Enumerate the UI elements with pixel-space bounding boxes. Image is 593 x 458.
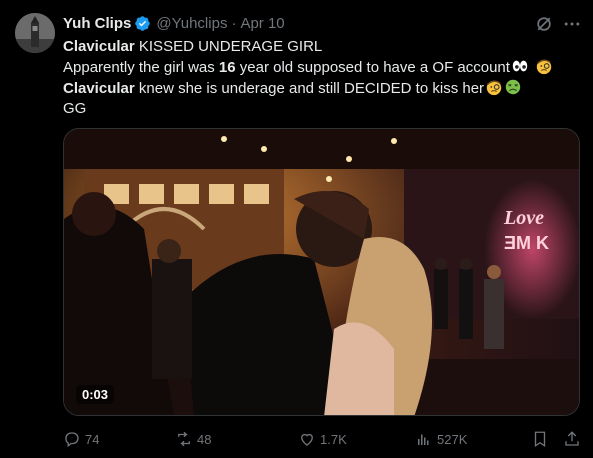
text-line-1: Clavicular KISSED UNDERAGE GIRL <box>63 37 583 57</box>
reply-count: 74 <box>85 431 100 447</box>
views-chart-icon <box>418 434 429 445</box>
views-button[interactable]: 527K <box>415 430 467 448</box>
post-date[interactable]: Apr 10 <box>240 15 284 32</box>
post-header: Yuh Clips @Yuhclips · Apr 10 <box>63 13 285 33</box>
text-line-4: GG <box>63 100 87 117</box>
text-part: Apparently the girl was <box>63 59 219 76</box>
headline-text: KISSED UNDERAGE GIRL <box>134 38 323 55</box>
monocle-face-emoji-icon <box>486 80 502 96</box>
neon-sign-text: Love <box>503 207 544 229</box>
bookmark-icon[interactable] <box>531 430 549 448</box>
post-text: Clavicular KISSED UNDERAGE GIRL Apparent… <box>63 37 583 119</box>
separator-dot: · <box>231 14 237 32</box>
repost-icon <box>178 431 190 447</box>
heart-icon <box>301 433 313 446</box>
like-button[interactable]: 1.7K <box>298 430 347 448</box>
monocle-face-emoji-icon <box>536 59 552 75</box>
author-handle[interactable]: @Yuhclips <box>156 15 227 32</box>
reply-button[interactable]: 74 <box>63 430 99 448</box>
text-line-3: Clavicular knew she is underage and stil… <box>63 78 583 99</box>
mention-bold-2: Clavicular <box>63 80 135 97</box>
neon-sign-text-2: ƎM K <box>504 233 549 253</box>
nauseated-face-emoji-icon <box>505 79 521 95</box>
like-count: 1.7K <box>320 431 347 447</box>
repost-button[interactable]: 48 <box>175 430 211 448</box>
eyes-emoji-icon <box>512 60 528 72</box>
author-name[interactable]: Yuh Clips <box>63 15 131 32</box>
more-options-icon[interactable] <box>562 14 582 34</box>
video-frame: Love ƎM K <box>64 129 579 415</box>
reply-icon <box>65 432 79 448</box>
video-timestamp: 0:03 <box>76 385 115 404</box>
text-part: knew she is underage and still DECIDED t… <box>134 80 485 97</box>
text-line-2: Apparently the girl was 16 year old supp… <box>63 57 583 78</box>
grok-icon[interactable] <box>534 14 554 34</box>
views-count: 527K <box>437 431 468 447</box>
age-bold: 16 <box>218 59 236 76</box>
verified-badge-icon <box>135 15 151 31</box>
text-part: year old supposed to have a OF account <box>235 59 510 76</box>
author-avatar[interactable] <box>15 13 55 53</box>
action-bar: 74 48 1.7K 527K <box>63 430 583 450</box>
repost-count: 48 <box>197 431 212 447</box>
mention-bold-1: Clavicular <box>63 38 135 55</box>
share-icon[interactable] <box>563 430 581 448</box>
video-player[interactable]: Love ƎM K <box>63 128 580 416</box>
